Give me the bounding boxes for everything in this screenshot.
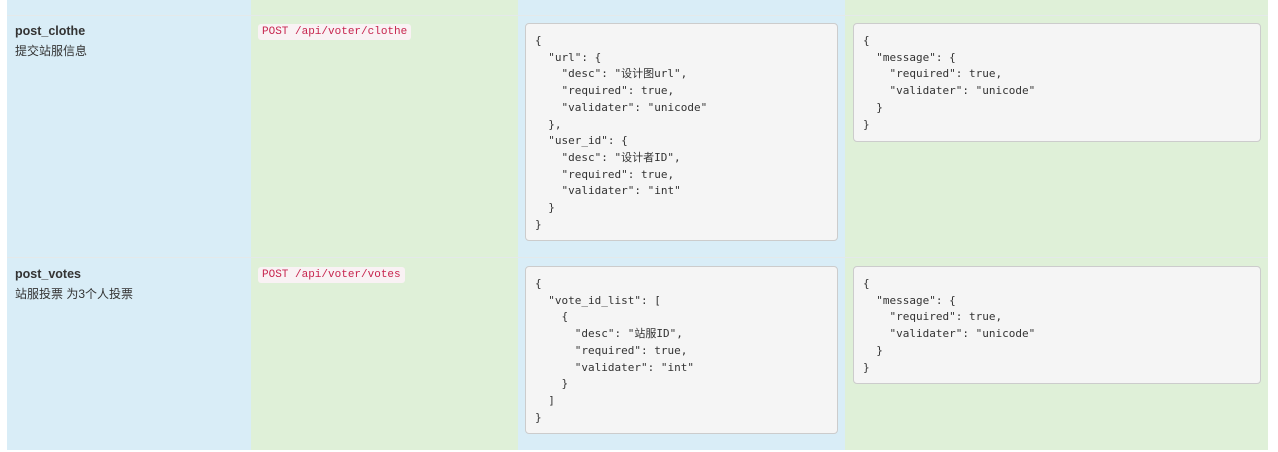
api-name: post_clothe — [15, 24, 86, 38]
row-divider — [7, 257, 1268, 258]
column-name — [7, 0, 251, 450]
params-code-block: { "vote_id_list": [ { "desc": "站服ID", "r… — [525, 266, 838, 434]
api-description: 站服投票 为3个人投票 — [15, 287, 134, 301]
api-name: post_votes — [15, 267, 81, 281]
response-code-block: { "message": { "required": true, "valida… — [853, 266, 1261, 384]
api-route: POST /api/voter/votes — [258, 267, 405, 283]
column-route — [251, 0, 518, 450]
api-route: POST /api/voter/clothe — [258, 24, 412, 40]
api-description: 提交站服信息 — [15, 44, 88, 58]
response-code-block: { "message": { "required": true, "valida… — [853, 23, 1261, 142]
row-divider — [7, 15, 1268, 16]
params-code-block: { "url": { "desc": "设计图url", "required":… — [525, 23, 838, 241]
